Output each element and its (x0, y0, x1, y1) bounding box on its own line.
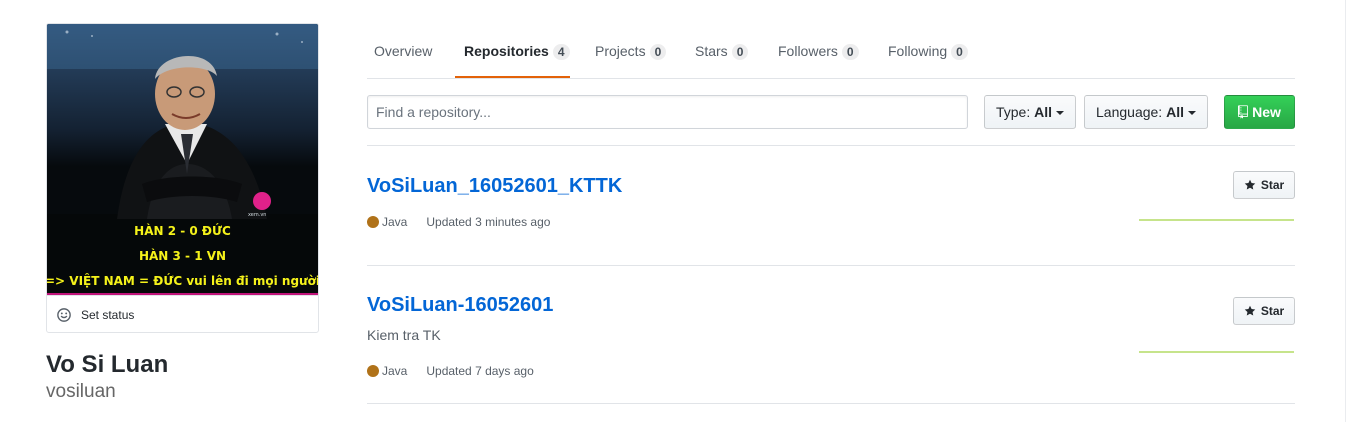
language-filter-label: Language: (1096, 104, 1163, 120)
tab-overview[interactable]: Overview (374, 42, 432, 60)
repo-icon (1238, 105, 1249, 119)
smiley-icon (57, 307, 71, 322)
caret-down-icon (1056, 111, 1065, 115)
tab-projects[interactable]: Projects 0 (595, 42, 667, 60)
star-button-label: Star (1260, 178, 1285, 192)
avatar-caption-line: => VIỆT NAM = ĐỨC vui lên đi mọi người (47, 274, 318, 288)
type-filter-button[interactable]: Type: All (984, 95, 1076, 129)
star-button[interactable]: Star (1233, 297, 1295, 325)
set-status-label: Set status (81, 307, 135, 322)
new-button-label: New (1252, 104, 1281, 120)
avatar-caption-line: HÀN 3 - 1 VN (138, 249, 227, 263)
caret-down-icon (1187, 111, 1196, 115)
type-filter-value: All (1034, 104, 1053, 120)
divider (367, 145, 1295, 146)
repo-description: Kiem tra TK (367, 327, 441, 343)
tab-counter: 0 (841, 44, 859, 60)
repo-updated: Updated 7 days ago (426, 364, 534, 378)
tab-label: Following (888, 43, 948, 59)
star-button-label: Star (1260, 304, 1285, 318)
tab-label: Projects (595, 43, 646, 59)
activity-sparkline (1139, 219, 1294, 221)
tab-followers[interactable]: Followers 0 (778, 42, 859, 60)
star-icon (1244, 305, 1256, 316)
tab-label: Followers (778, 43, 838, 59)
repo-meta: Java Updated 3 minutes ago (367, 215, 550, 229)
watermark-text: xem.vn (248, 212, 267, 218)
repo-language: Java (382, 364, 408, 378)
star-icon (1244, 179, 1256, 190)
activity-sparkline (1139, 351, 1294, 353)
repo-link[interactable]: VoSiLuan-16052601 (367, 292, 553, 318)
selected-tab-indicator (455, 76, 570, 78)
avatar[interactable]: xem.vn HÀN 2 - 0 ĐỨC HÀN 3 - 1 VN => VIỆ… (47, 24, 318, 294)
set-status-button[interactable]: Set status (47, 295, 318, 332)
tab-label: Overview (374, 43, 433, 59)
repo-link[interactable]: VoSiLuan_16052601_KTTK (367, 173, 622, 199)
tab-counter: 0 (649, 44, 667, 60)
profile-full-name: Vo Si Luan (46, 351, 169, 378)
tab-counter: 0 (731, 44, 749, 60)
language-color-dot (367, 216, 379, 228)
language-filter-value: All (1166, 104, 1184, 120)
profile-username: vosiluan (46, 381, 116, 402)
tab-label: Repositories (464, 43, 549, 59)
language-color-dot (367, 365, 379, 377)
new-repository-button[interactable]: New (1224, 95, 1295, 129)
repository-search-input[interactable] (367, 95, 968, 129)
repo-language: Java (382, 215, 408, 229)
repo-updated: Updated 3 minutes ago (426, 215, 551, 229)
profile-tabs: Overview Repositories 4 Projects 0 Stars 0 … (367, 24, 1295, 79)
window-edge (1345, 0, 1346, 422)
star-button[interactable]: Star (1233, 171, 1295, 199)
divider (367, 403, 1295, 404)
tab-counter: 4 (552, 44, 570, 60)
type-filter-label: Type: (995, 104, 1031, 120)
tab-stars[interactable]: Stars 0 (695, 42, 749, 60)
language-filter-button[interactable]: Language: All (1084, 95, 1208, 129)
avatar-caption-line: HÀN 2 - 0 ĐỨC (134, 224, 231, 238)
tab-following[interactable]: Following 0 (888, 42, 968, 60)
avatar-card: xem.vn HÀN 2 - 0 ĐỨC HÀN 3 - 1 VN => VIỆ… (46, 23, 319, 333)
tab-label: Stars (695, 43, 728, 59)
divider (367, 265, 1295, 266)
tab-repositories[interactable]: Repositories 4 (464, 42, 570, 60)
repo-meta: Java Updated 7 days ago (367, 364, 534, 378)
tab-counter: 0 (951, 44, 968, 60)
watermark-logo-icon (253, 192, 271, 210)
